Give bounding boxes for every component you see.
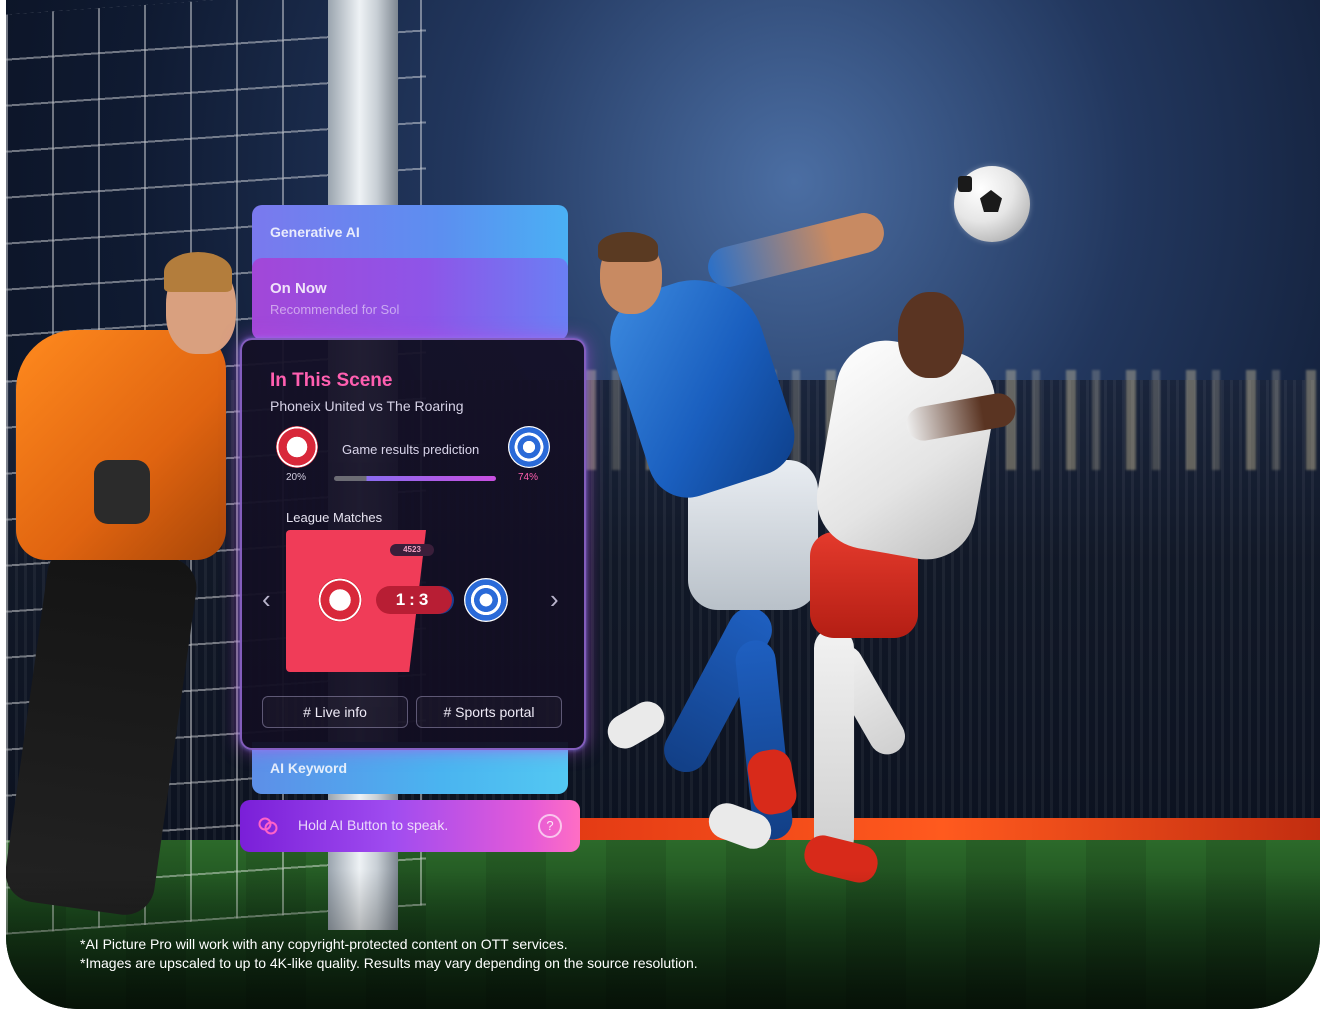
away-team-crest-icon: [464, 578, 508, 622]
white-player-leg: [814, 628, 854, 858]
goalkeeper-glove: [94, 460, 150, 524]
prediction-bar: [334, 476, 496, 481]
white-player-head: [898, 292, 964, 378]
league-matches-label: League Matches: [286, 510, 383, 525]
soccer-ball: [954, 166, 1030, 242]
home-score: 1: [395, 590, 410, 609]
on-now-title: On Now: [270, 280, 327, 297]
ai-keyword-label: AI Keyword: [270, 760, 348, 776]
sports-portal-chip[interactable]: # Sports portal: [416, 696, 562, 728]
generative-ai-label: Generative AI: [270, 224, 360, 240]
scene-title: In This Scene: [270, 370, 393, 391]
match-card[interactable]: 4523 1:3: [286, 530, 540, 672]
away-win-percent: 74%: [518, 472, 539, 483]
prediction-label: Game results prediction: [342, 442, 480, 457]
home-team-crest-icon: [276, 426, 318, 468]
tab-on-now[interactable]: On Now Recommended for Sol: [252, 258, 568, 340]
next-arrow-icon[interactable]: ›: [550, 586, 559, 612]
match-live-badge: 4523: [390, 544, 434, 556]
voice-prompt-bar[interactable]: Hold AI Button to speak. ?: [240, 800, 580, 852]
disclaimer-line-2: *Images are upscaled to up to 4K-like qu…: [80, 955, 698, 971]
advertising-board: [566, 818, 1320, 840]
away-score: 3: [418, 590, 433, 609]
prev-arrow-icon[interactable]: ‹: [262, 586, 271, 612]
ai-button-icon: [258, 817, 278, 835]
away-team-crest-icon: [508, 426, 550, 468]
blue-player-arm: [703, 208, 889, 292]
home-win-percent: 20%: [286, 472, 307, 483]
live-info-chip[interactable]: # Live info: [262, 696, 408, 728]
stadium-background: [6, 0, 1320, 1009]
help-icon[interactable]: ?: [538, 814, 562, 838]
home-team-crest-icon: [318, 578, 362, 622]
goalkeeper-hair: [164, 252, 232, 292]
on-now-subtitle: Recommended for Sol: [270, 302, 400, 317]
in-this-scene-card: In This Scene Phoneix United vs The Roar…: [240, 338, 586, 750]
blue-player-hair: [598, 232, 658, 262]
voice-prompt-text: Hold AI Button to speak.: [298, 817, 449, 833]
match-score: 1:3: [376, 586, 452, 614]
disclaimer-line-1: *AI Picture Pro will work with any copyr…: [80, 936, 568, 952]
score-separator: :: [409, 590, 419, 609]
scene-subtitle: Phoneix United vs The Roaring: [270, 398, 464, 414]
goalkeeper-jersey: [16, 330, 226, 560]
